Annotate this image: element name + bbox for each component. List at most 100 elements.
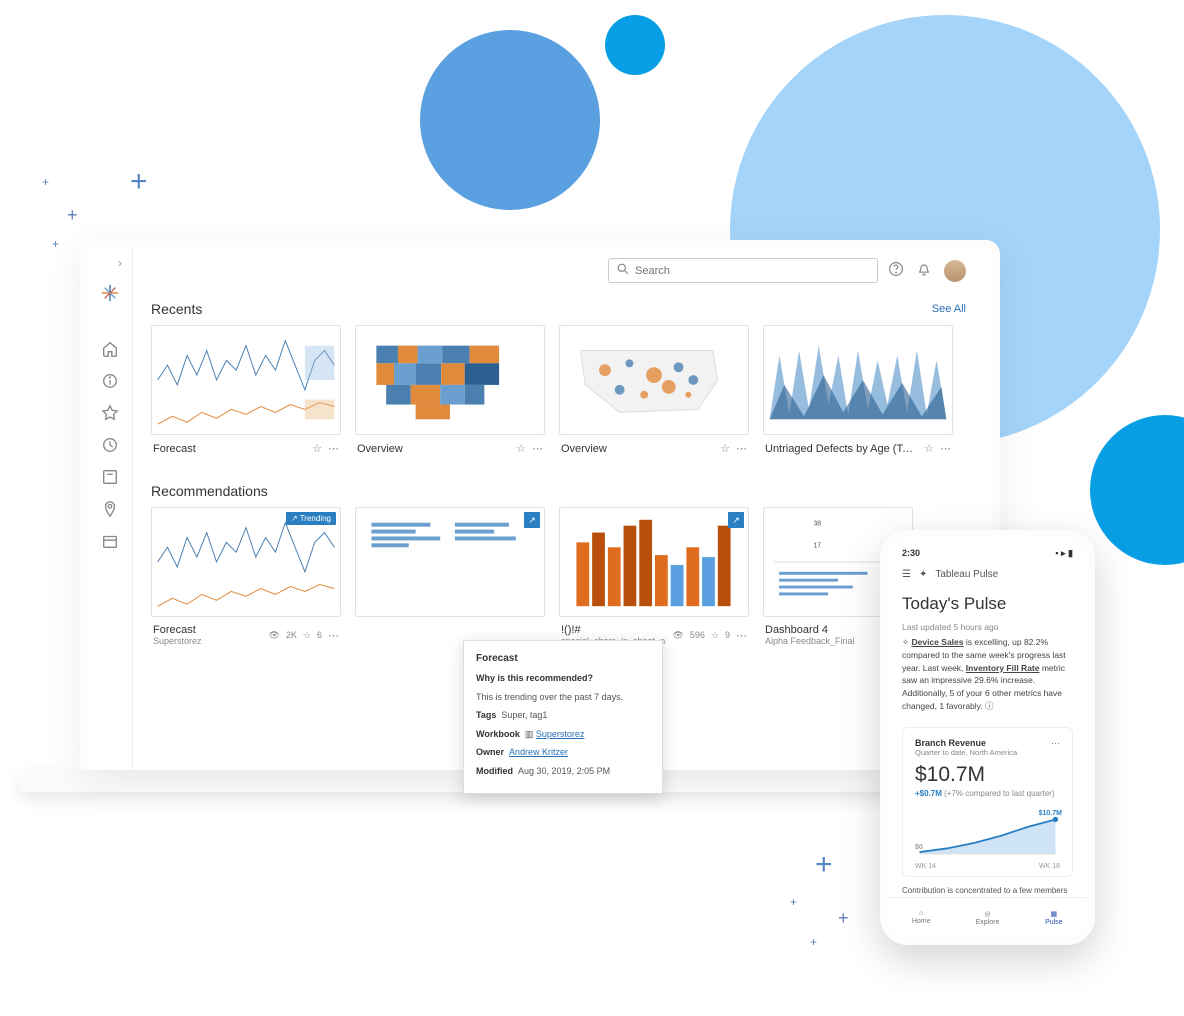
favorite-star-icon: ☆ [303, 630, 311, 641]
more-icon[interactable]: ⋯ [328, 629, 339, 642]
phone-bottom-nav: ⌂ Home ◎ Explore ▦ Pulse [888, 897, 1087, 937]
recommendation-card[interactable]: ↗ !()!# special_chars_in_sheet_names_del… [559, 507, 749, 646]
nav-pulse[interactable]: ▦ Pulse [1021, 898, 1087, 937]
recommendation-card[interactable]: ↗ Trending Forecast Superstorez 👁2K ☆6 ⋯ [151, 507, 341, 646]
recommendations-title: Recommendations [151, 483, 268, 499]
desktop-frame: › [80, 240, 1000, 770]
clock-icon[interactable] [101, 436, 119, 454]
tooltip-modified-value: Aug 30, 2019, 2:05 PM [518, 766, 610, 771]
compass-icon: ◎ [984, 910, 990, 918]
decor-plus-icon: + [52, 237, 59, 251]
metric-link-inventory-fill[interactable]: Inventory Fill Rate [966, 663, 1040, 673]
more-icon[interactable]: ⋯ [736, 629, 747, 642]
info-icon[interactable]: ⓘ [985, 701, 994, 711]
pulse-summary: ✧ Device Sales is excelling, up 82.2% co… [902, 636, 1073, 713]
favorite-star-icon[interactable]: ☆ [924, 442, 934, 455]
tooltip-tags-value: Super, tag1 [501, 710, 547, 720]
metric-card-branch-revenue[interactable]: Branch Revenue Quarter to date, North Am… [902, 727, 1073, 877]
decor-circle-right [1090, 415, 1184, 565]
decor-plus-icon: + [815, 848, 833, 882]
recent-card[interactable]: Overview ☆ ⋯ [559, 325, 749, 455]
tooltip-modified-label: Modified [476, 766, 513, 771]
recent-card[interactable]: Untriaged Defects by Age (Tabl… ☆ ⋯ [763, 325, 953, 455]
search-input[interactable] [635, 265, 869, 277]
menu-icon[interactable]: ☰ [902, 569, 911, 580]
more-icon[interactable]: ⋯ [532, 442, 543, 455]
more-icon[interactable]: ⋯ [1051, 738, 1060, 749]
decor-plus-icon: + [130, 165, 148, 199]
phone-frame: 2:30 ▪ ▸ ▮ ☰ ✦ Tableau Pulse Today's Pul… [880, 530, 1095, 945]
decor-plus-icon: + [810, 935, 817, 949]
tooltip-workbook-label: Workbook [476, 729, 520, 739]
tooltip-workbook-link[interactable]: Superstorez [536, 729, 585, 739]
tooltip-why-label: Why is this recommended? [476, 673, 593, 683]
decor-plus-icon: + [42, 175, 49, 189]
info-icon[interactable] [101, 372, 119, 390]
views-icon: 👁 [672, 630, 683, 641]
status-time: 2:30 [902, 548, 920, 559]
more-icon[interactable]: ⋯ [328, 442, 339, 455]
tooltip-tags-label: Tags [476, 710, 496, 720]
search-box[interactable] [608, 258, 878, 283]
card-name: Untriaged Defects by Age (Tabl… [765, 443, 918, 455]
thumbnail-forecast: ↗ Trending [151, 507, 341, 617]
nav-home[interactable]: ⌂ Home [888, 898, 954, 937]
home-icon: ⌂ [919, 910, 923, 917]
views-icon: 👁 [268, 630, 279, 641]
app-title: Tableau Pulse [935, 569, 998, 580]
tableau-app: › [88, 248, 992, 770]
bell-icon[interactable] [916, 261, 932, 280]
recents-row: Forecast ☆ ⋯ Overview ☆ ⋯ [151, 325, 966, 455]
left-nav-rail: › [88, 248, 133, 770]
favorite-star-icon[interactable]: ☆ [312, 442, 322, 455]
card-stats: 👁2K ☆6 [268, 630, 322, 641]
pin-icon[interactable] [101, 500, 119, 518]
user-avatar[interactable] [944, 260, 966, 282]
see-all-link[interactable]: See All [932, 303, 966, 315]
more-icon[interactable]: ⋯ [736, 442, 747, 455]
svg-text:38: 38 [813, 521, 821, 528]
pulse-icon: ▦ [1051, 910, 1058, 918]
status-icons: ▪ ▸ ▮ [1055, 548, 1073, 559]
decor-circle-small [605, 15, 665, 75]
thumbnail-map-choropleth [355, 325, 545, 435]
recommendation-card[interactable]: ↗ [355, 507, 545, 646]
calendar-icon[interactable] [101, 532, 119, 550]
thumbnail-bars: ↗ [355, 507, 545, 617]
main-content: Recents See All Forecast ☆ ⋯ [133, 248, 992, 770]
phone-status-bar: 2:30 ▪ ▸ ▮ [902, 548, 1073, 559]
metric-subtitle: Quarter to date, North America [915, 748, 1017, 757]
card-name: Forecast [153, 443, 306, 455]
recents-title: Recents [151, 301, 202, 317]
chart-badge-icon: ↗ [524, 512, 540, 528]
card-name: Overview [357, 443, 510, 455]
sparkle-icon: ✧ [902, 637, 909, 647]
tooltip-title: Forecast [476, 651, 650, 666]
tooltip-owner-link[interactable]: Andrew Kritzer [509, 747, 568, 757]
expand-rail-button[interactable]: › [88, 256, 132, 270]
svg-text:17: 17 [813, 542, 821, 549]
decor-plus-icon: + [838, 908, 849, 929]
star-icon[interactable] [101, 404, 119, 422]
recents-section-header: Recents See All [151, 301, 966, 317]
decor-plus-icon: + [790, 895, 797, 909]
recommendations-row: ↗ Trending Forecast Superstorez 👁2K ☆6 ⋯ [151, 507, 966, 646]
recommendation-tooltip: Forecast Why is this recommended? This i… [463, 640, 663, 770]
recent-card[interactable]: Overview ☆ ⋯ [355, 325, 545, 455]
recent-card[interactable]: Forecast ☆ ⋯ [151, 325, 341, 455]
contribution-text: Contribution is concentrated to a few me… [902, 885, 1073, 896]
metric-title: Branch Revenue [915, 738, 1017, 748]
thumbnail-bar-chart: ↗ [559, 507, 749, 617]
favorite-star-icon[interactable]: ☆ [516, 442, 526, 455]
nav-explore[interactable]: ◎ Explore [954, 898, 1020, 937]
favorite-star-icon: ☆ [711, 630, 719, 641]
help-icon[interactable] [888, 261, 904, 280]
favorite-star-icon[interactable]: ☆ [720, 442, 730, 455]
metric-link-device-sales[interactable]: Device Sales [912, 637, 964, 647]
shared-icon[interactable] [101, 468, 119, 486]
more-icon[interactable]: ⋯ [940, 442, 951, 455]
home-icon[interactable] [101, 340, 119, 358]
card-name: Forecast Superstorez [153, 624, 262, 646]
pulse-logo-icon: ✦ [919, 569, 927, 580]
card-name: Overview [561, 443, 714, 455]
